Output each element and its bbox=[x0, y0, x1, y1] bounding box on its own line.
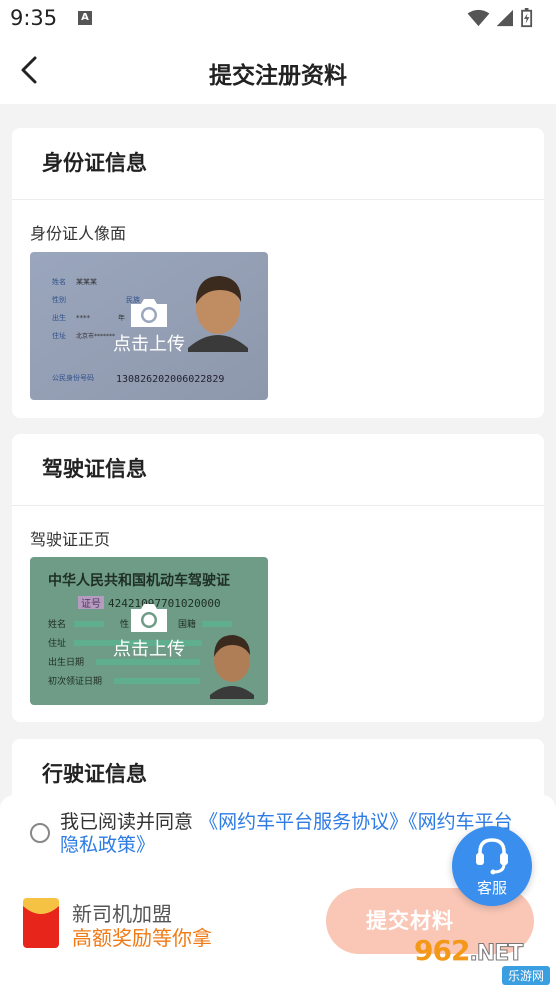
watermark-logo: 962.NET 乐游网 bbox=[414, 932, 556, 988]
svg-text:中华人民共和国机动车驾驶证: 中华人民共和国机动车驾驶证 bbox=[48, 572, 230, 589]
agreement-text: 我已阅读并同意 bbox=[60, 811, 194, 833]
upload-text: 点击上传 bbox=[113, 334, 185, 355]
svg-text:初次领证日期: 初次领证日期 bbox=[48, 675, 102, 687]
promo-line2: 高额奖励等你拿 bbox=[72, 926, 212, 950]
svg-text:国籍: 国籍 bbox=[178, 618, 196, 630]
svg-text:出生: 出生 bbox=[52, 313, 66, 322]
photo-label: 驾驶证正页 bbox=[30, 530, 111, 549]
headset-icon bbox=[476, 838, 508, 875]
svg-text:证号: 证号 bbox=[81, 598, 101, 610]
signal-icon bbox=[496, 9, 513, 27]
battery-icon bbox=[521, 8, 533, 28]
svg-text:年: 年 bbox=[118, 313, 125, 322]
section-title: 身份证信息 bbox=[12, 128, 544, 200]
svg-text:姓名: 姓名 bbox=[48, 618, 66, 630]
section-title: 驾驶证信息 bbox=[12, 434, 544, 506]
customer-service-label: 客服 bbox=[476, 879, 507, 897]
photo-label: 身份证人像面 bbox=[30, 224, 127, 243]
upload-text: 点击上传 bbox=[113, 639, 185, 660]
system-icons bbox=[467, 8, 533, 28]
svg-text:公民身份号码: 公民身份号码 bbox=[52, 373, 94, 382]
wifi-icon bbox=[467, 9, 490, 27]
id-card-section: 身份证信息 身份证人像面 姓名 某某某 性别 民族 出生 **** 年 住址 北… bbox=[12, 128, 544, 418]
customer-service-button[interactable]: 客服 bbox=[452, 826, 532, 906]
agree-radio[interactable] bbox=[30, 823, 50, 843]
svg-text:130826202006022829: 130826202006022829 bbox=[116, 374, 224, 385]
driver-license-upload[interactable]: 中华人民共和国机动车驾驶证 证号 42421097701020000 姓名 性 … bbox=[30, 557, 268, 705]
svg-text:某某某: 某某某 bbox=[76, 278, 97, 286]
driver-license-section: 驾驶证信息 驾驶证正页 中华人民共和国机动车驾驶证 证号 42421097701… bbox=[12, 434, 544, 722]
status-time: 9:35 bbox=[10, 6, 58, 30]
id-field-name: 姓名 bbox=[52, 277, 66, 286]
id-card-upload[interactable]: 姓名 某某某 性别 民族 出生 **** 年 住址 北京市******* 公民身… bbox=[30, 252, 268, 400]
service-agreement-link[interactable]: 《网约车平台服务协议》 bbox=[199, 811, 408, 833]
page-title: 提交注册资料 bbox=[209, 63, 347, 89]
red-envelope-icon bbox=[23, 898, 59, 948]
svg-text:性别: 性别 bbox=[52, 295, 66, 304]
camera-icon bbox=[131, 604, 167, 632]
camera-icon bbox=[131, 299, 167, 327]
header-bar: 提交注册资料 bbox=[0, 36, 556, 104]
a-icon: A bbox=[78, 11, 92, 25]
svg-text:****: **** bbox=[76, 314, 91, 322]
status-bar: 9:35 A bbox=[0, 0, 556, 36]
